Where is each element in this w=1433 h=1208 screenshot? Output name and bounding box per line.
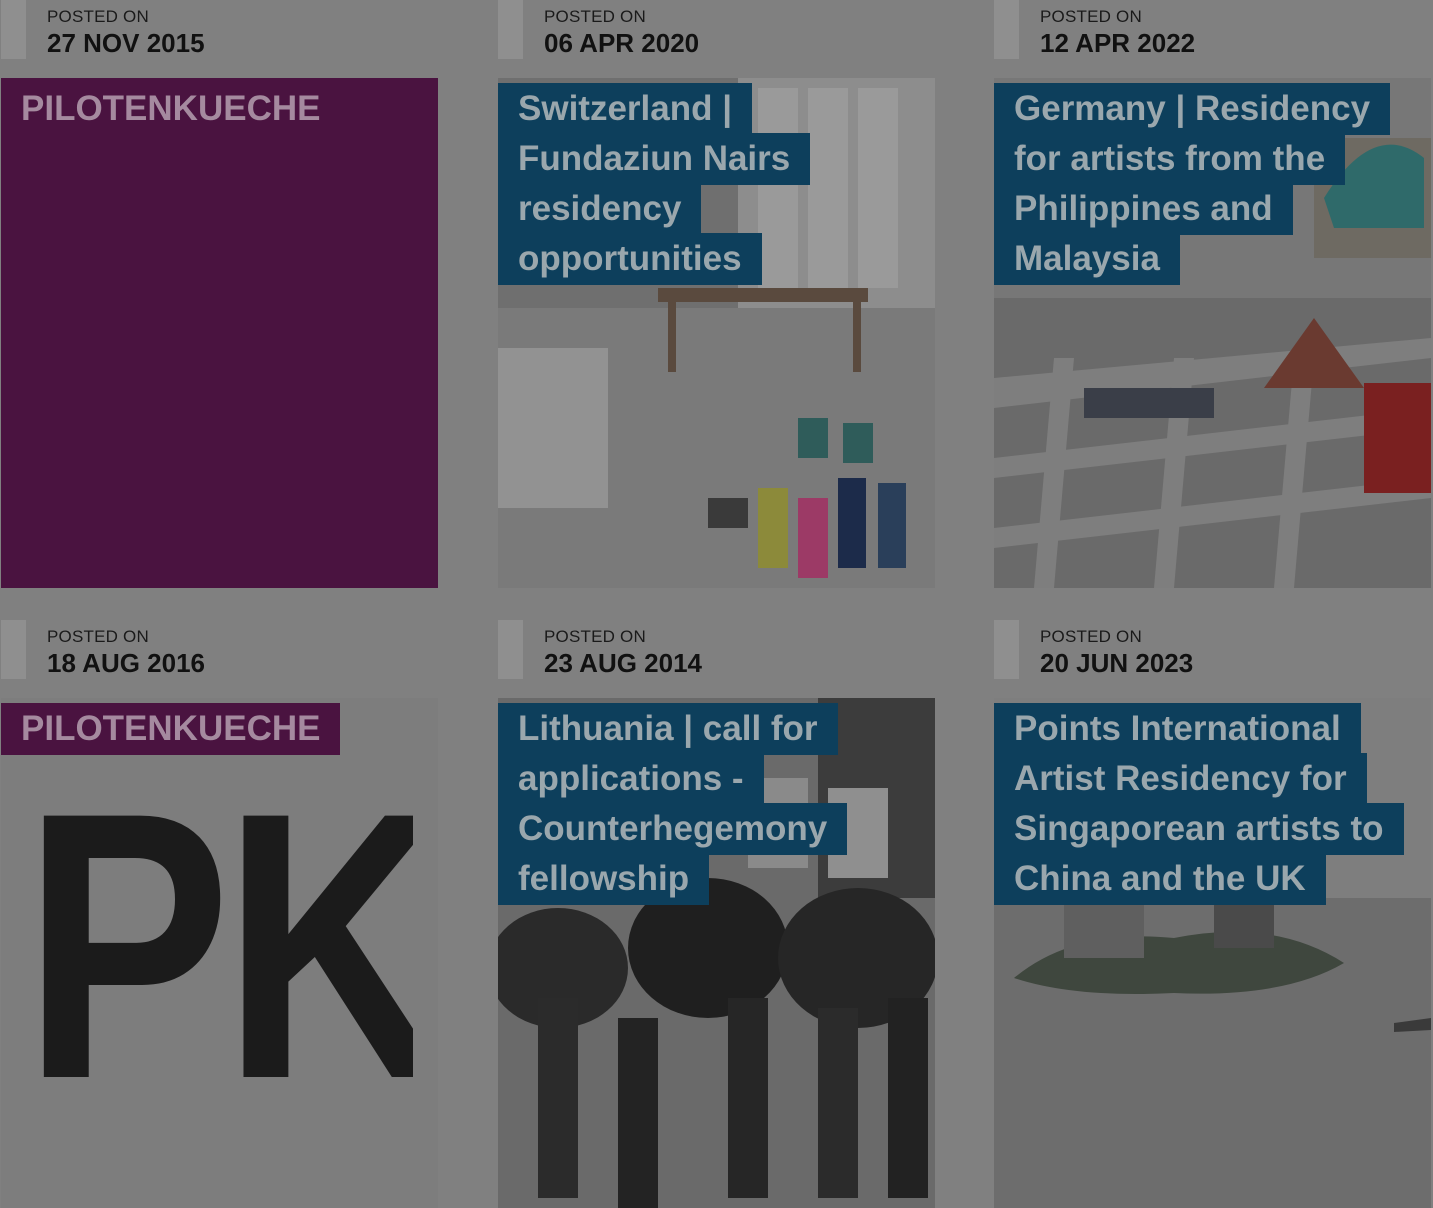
post-thumbnail[interactable]: Germany | Residency for artists from the…	[994, 78, 1431, 588]
post-thumbnail[interactable]: Switzerland | Fundaziun Nairs residency …	[498, 78, 935, 588]
post-meta: POSTED ON 18 AUG 2016	[1, 620, 438, 698]
posted-on-label: POSTED ON	[544, 7, 646, 26]
posted-on-label: POSTED ON	[47, 627, 149, 646]
post-meta: POSTED ON 23 AUG 2014	[498, 620, 935, 698]
post-date: 20 JUN 2023	[1040, 648, 1194, 678]
post-title-text[interactable]: Points International Artist Residency fo…	[994, 703, 1404, 905]
post-meta: POSTED ON 06 APR 2020	[498, 0, 935, 78]
post-date: 06 APR 2020	[544, 28, 700, 58]
meta-bar	[1, 620, 26, 679]
post-title[interactable]: Points International Artist Residency fo…	[994, 703, 1404, 905]
post-meta: POSTED ON 20 JUN 2023	[994, 620, 1431, 698]
post-card[interactable]: POSTED ON 06 APR 2020 Switzerland | Fund…	[498, 0, 935, 588]
post-card[interactable]: POSTED ON 20 JUN 2023 Points Internation…	[994, 620, 1431, 1208]
post-meta: POSTED ON 12 APR 2022	[994, 0, 1431, 78]
post-date: 18 AUG 2016	[47, 648, 206, 678]
post-title[interactable]: Switzerland | Fundaziun Nairs residency …	[498, 83, 893, 285]
post-title-text[interactable]: Switzerland | Fundaziun Nairs residency …	[498, 83, 811, 285]
meta-bar	[498, 620, 523, 679]
post-title[interactable]: PILOTENKUECHE	[1, 83, 341, 135]
post-date: 27 NOV 2015	[47, 28, 205, 58]
meta-bar	[498, 0, 523, 59]
posted-on-label: POSTED ON	[1040, 7, 1142, 26]
post-thumbnail[interactable]: Points International Artist Residency fo…	[994, 698, 1431, 1208]
post-title-text[interactable]: Germany | Residency for artists from the…	[994, 83, 1391, 285]
meta-bar	[994, 620, 1019, 679]
meta-bar	[1, 0, 26, 59]
pk-logo: PK	[23, 776, 413, 1136]
post-title[interactable]: Germany | Residency for artists from the…	[994, 83, 1391, 285]
post-title-text[interactable]: Lithuania | call for applications - Coun…	[498, 703, 848, 905]
post-card[interactable]: POSTED ON 12 APR 2022 Germany | Residenc…	[994, 0, 1431, 588]
posted-on-label: POSTED ON	[1040, 627, 1142, 646]
post-card[interactable]: POSTED ON 18 AUG 2016 PK PILOTENKUECHE	[1, 620, 438, 1208]
meta-bar	[994, 0, 1019, 59]
pk-logo-text: PK	[23, 776, 413, 1136]
post-date: 23 AUG 2014	[544, 648, 703, 678]
post-title-text[interactable]: PILOTENKUECHE	[1, 83, 341, 135]
post-title[interactable]: Lithuania | call for applications - Coun…	[498, 703, 893, 905]
post-title-text[interactable]: PILOTENKUECHE	[1, 703, 341, 755]
post-thumbnail[interactable]: Lithuania | call for applications - Coun…	[498, 698, 935, 1208]
post-title[interactable]: PILOTENKUECHE	[1, 703, 341, 755]
post-date: 12 APR 2022	[1040, 28, 1196, 58]
posted-on-label: POSTED ON	[47, 7, 149, 26]
post-card[interactable]: POSTED ON 27 NOV 2015 PILOTENKUECHE	[1, 0, 438, 588]
posted-on-label: POSTED ON	[544, 627, 646, 646]
post-thumbnail[interactable]: PILOTENKUECHE	[1, 78, 438, 588]
post-meta: POSTED ON 27 NOV 2015	[1, 0, 438, 78]
post-card[interactable]: POSTED ON 23 AUG 2014 Lithuania | call f…	[498, 620, 935, 1208]
post-thumbnail[interactable]: PK PILOTENKUECHE	[1, 698, 438, 1208]
